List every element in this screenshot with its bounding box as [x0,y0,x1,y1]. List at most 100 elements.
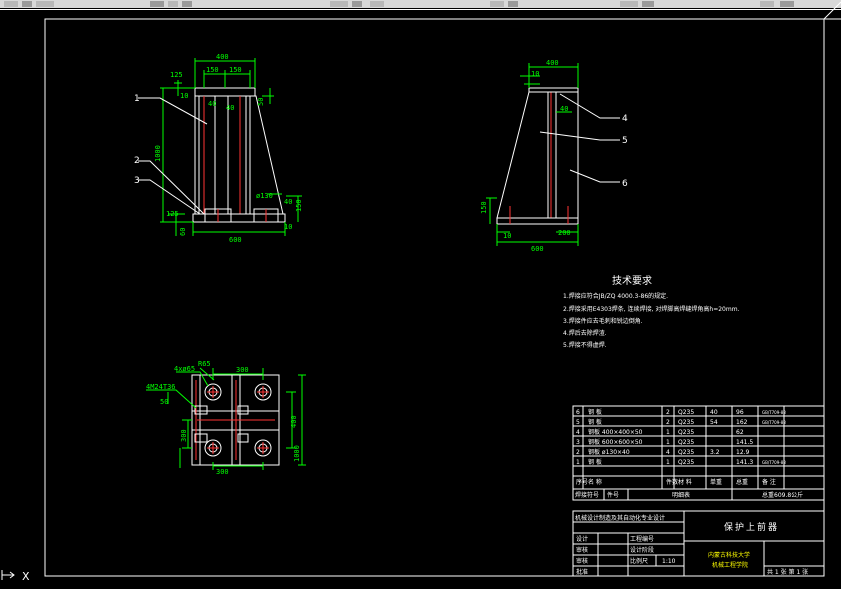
bom-cell: GB/T709-88 [762,460,786,465]
tech-item-3: 3.焊接件应去毛刺和锐边倒角. [563,317,643,325]
bom-cell: 2 [666,409,670,416]
bom-cell: GB/T709-88 [762,410,786,415]
bom-cell: Q235 [678,409,694,416]
bom-header-cell: 总重 [736,478,748,486]
dim-40a: 40 [208,100,216,108]
bom-cell: 5 [576,419,580,426]
top-dim-50: 50 [160,398,168,406]
ucs-x-label: X [22,570,30,583]
side-dim-400: 400 [546,59,559,67]
label-3: 3 [134,176,140,186]
top-dim-300b: 300 [180,429,188,442]
top-dim-300c: 300 [216,468,229,476]
bom-header-cell: 单重 [710,478,722,486]
bom-cell: Q235 [678,449,694,456]
title-college: 机械工程学院 [712,561,748,569]
dim-600: 600 [229,236,242,244]
dim-150: 150 [295,199,303,212]
title-scale-label: 比例尺 [630,557,648,565]
bom-cell: 3 [576,439,580,446]
title-course: 机械设计制造及其自动化专业设计 [575,514,665,522]
bom-cell: Q235 [678,419,694,426]
bom-cell: 钢 板 [588,418,602,426]
bom-header-cell: 材 料 [678,478,692,486]
bom-cell: 162 [736,419,748,426]
label-5: 5 [622,136,628,146]
tech-item-4: 4.焊后去除焊渣. [563,329,607,337]
dim-125b: 125 [166,210,179,218]
title-drawing-name: 保护上前器 [724,521,779,533]
dim-40b: 40 [226,104,234,112]
bom-cell: 4 [666,449,670,456]
side-dim-40: 40 [560,105,568,113]
bom-header-cell: 件数 [666,478,678,486]
bom-cell: 钢板 600×600×50 [588,438,643,446]
top-dim-bolt: 4M24T36 [146,383,176,391]
side-dim-600: 600 [531,245,544,253]
title-scale: 1:10 [662,558,676,565]
title-block-text: 机械设计制造及其自动化专业设计 保护上前器 设计 审核 审核 批准 工程编号 设… [575,514,808,576]
label-1: 1 [134,94,140,104]
dim-10b: 10 [284,223,292,231]
bom-cell: 钢 板 [588,408,602,416]
bom-rows: 6钢 板 2 Q235 40 96 GB/T709-885 钢 板 2 Q235 54 162 GB/… [576,408,786,486]
bom-cell: 54 [710,419,718,426]
front-view: 400 150 150 125 10 40 40 50 1000 ø130 15… [134,53,303,244]
bom-cell: Q235 [678,429,694,436]
top-dim-1000: 1000 [293,445,301,462]
top-dim-holes: 4xø65 [174,365,195,373]
title-school: 内蒙古科技大学 [708,551,750,559]
tech-title: 技术要求 [612,274,652,287]
bom-cell: 1 [666,429,670,436]
label-4: 4 [622,114,628,124]
bom-cell: 4 [576,429,580,436]
bom-cell: 6 [576,409,580,416]
top-dim-r65: R65 [198,360,211,368]
dim-10: 10 [180,92,188,100]
bom-cell: 钢板 400×400×50 [588,428,643,436]
bom-cell: 钢板 ø130×40 [588,448,630,456]
dim-400: 400 [216,53,229,61]
tech-item-1: 1.焊接应符合JB/ZQ 4000.3-86的规定. [563,292,668,300]
bom-cell: 2 [666,419,670,426]
title-row-check2: 审核 [576,557,588,565]
title-design-stage: 设计阶段 [630,546,654,554]
cad-drawing[interactable]: 400 150 150 125 10 40 40 50 1000 ø130 15… [0,0,841,589]
dim-1000: 1000 [154,145,162,162]
dim-150-right: 150 [229,66,242,74]
bom-total-weight: 总重609.8公斤 [762,491,803,499]
title-row-design: 设计 [576,535,588,543]
dim-60: 60 [179,228,187,236]
bom-cell: 141.5 [736,439,753,446]
top-view: 4xø65 R65 300 400 300 1000 300 4M24T36 5… [146,360,306,476]
inner-frame [44,18,825,577]
side-dim-10: 10 [531,70,539,78]
top-dim-300: 300 [236,366,249,374]
bom-weld-symbol: 焊接符号 [575,491,599,499]
dim-130: ø130 [256,192,273,200]
bom-cell: 1 [666,439,670,446]
title-row-approve: 批准 [576,568,588,576]
bom-cell: 1 [576,459,580,466]
dim-125: 125 [170,71,183,79]
tech-item-2: 2.焊接采用E4303焊条, 连续焊接, 对焊脚高焊缝焊角高h=20mm. [563,305,740,313]
bom-cell: 141.3 [736,459,753,466]
title-sheet: 共 1 张 第 1 张 [767,568,808,576]
dim-50: 50 [257,98,265,106]
bom-cell: 40 [710,409,718,416]
bom-header-cell: 名 称 [588,478,602,486]
bom-cell: 钢 板 [588,458,602,466]
tech-item-5: 5.焊接不得虚焊. [563,341,607,349]
bom-cell: 3.2 [710,449,720,456]
label-6: 6 [622,179,628,189]
dim-150-left: 150 [206,66,219,74]
bom-cell: 62 [736,429,744,436]
bom-cell: GB/T709-88 [762,420,786,425]
side-dim-150: 150 [480,201,488,214]
bom-cell: 12.9 [736,449,750,456]
bom-header-cell: 序号 [576,478,588,486]
bom-cell: 96 [736,409,744,416]
bom-part-no: 件号 [607,491,619,499]
bom-cell: Q235 [678,459,694,466]
tech-requirements: 技术要求 1.焊接应符合JB/ZQ 4000.3-86的规定. 2.焊接采用E4… [563,274,740,349]
